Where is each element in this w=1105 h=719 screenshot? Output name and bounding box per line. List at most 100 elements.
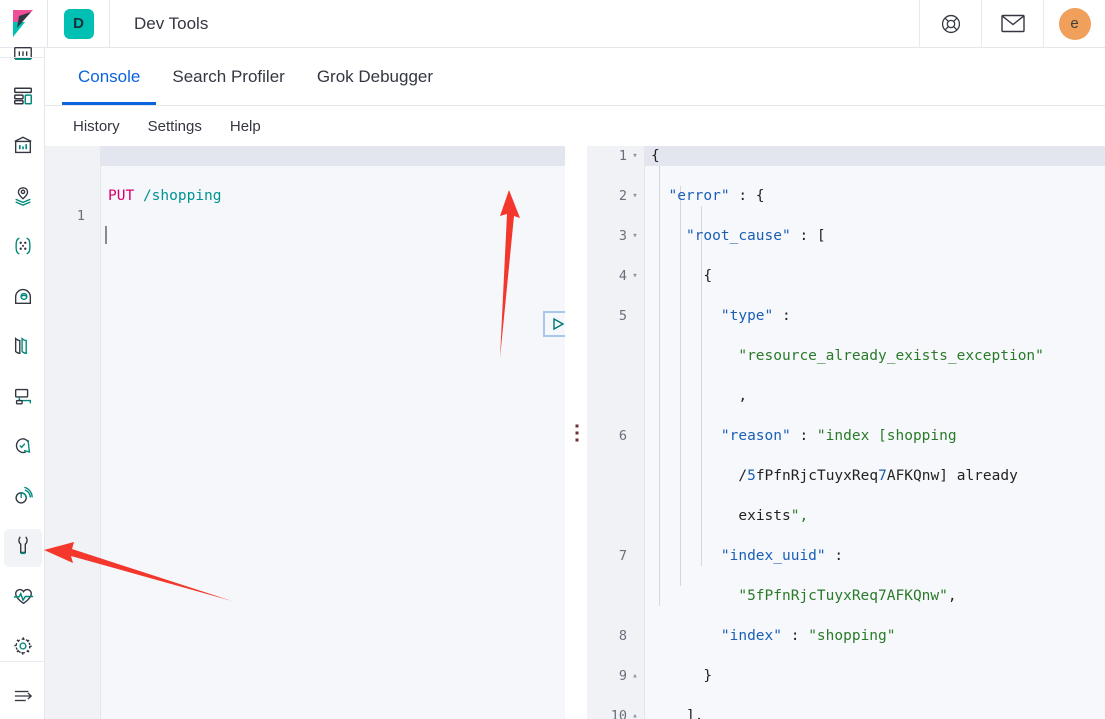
response-line-text: } <box>703 668 713 684</box>
machine-learning-nodes-icon <box>12 235 34 262</box>
help-button[interactable]: Help <box>220 114 271 139</box>
sidebar-item-infrastructure[interactable] <box>4 279 42 317</box>
mail-envelope-icon[interactable] <box>981 0 1043 48</box>
sidebar-item-maps[interactable] <box>4 179 42 217</box>
response-line-text: "5fPfnRjcTuyxReq7AFKQnw", <box>738 588 957 604</box>
history-button[interactable]: History <box>63 114 130 139</box>
tab-console-label: Console <box>78 67 141 86</box>
sidebar-item-uptime[interactable] <box>4 429 42 467</box>
console-toolbar: History Settings Help <box>45 106 1105 146</box>
kibana-dev-tools-page: D Dev Tools e Console Search Profiler Gr… <box>0 0 1105 719</box>
splitter-dots <box>575 424 578 441</box>
wrench-dev-tools-icon <box>12 534 34 563</box>
response-line-number: 6 <box>618 428 627 444</box>
response-line-text: "resource_already_exists_exception" <box>738 348 1044 364</box>
tab-grok-debugger-label: Grok Debugger <box>316 67 434 86</box>
maps-location-layers-icon <box>12 185 34 212</box>
sidebar-item-dev-tools[interactable] <box>4 529 42 567</box>
sidebar-item-logs[interactable] <box>4 329 42 367</box>
avatar-letter: e <box>1058 7 1091 40</box>
avatar[interactable]: e <box>1043 0 1105 48</box>
response-line: 4 ▾ { <box>587 266 1105 286</box>
sidebar-item-collapse[interactable] <box>4 679 42 717</box>
app-tabs: Console Search Profiler Grok Debugger <box>45 48 1105 106</box>
response-line-number: 5 <box>618 308 627 324</box>
response-line: /5fPfnRjcTuyxReq7AFKQnw] already <box>587 466 1105 486</box>
response-line-number: 1 <box>618 148 627 164</box>
sidebar-item-canvas[interactable] <box>4 129 42 167</box>
response-line: 9 ▴ } <box>587 666 1105 686</box>
response-line: "5fPfnRjcTuyxReq7AFKQnw", <box>587 586 1105 606</box>
request-editor[interactable]: 1 PUT /shopping <box>45 146 599 719</box>
canvas-presentation-icon <box>12 135 34 162</box>
fold-toggle-icon[interactable]: ▾ <box>629 186 641 206</box>
response-line-text: exists", <box>738 508 809 524</box>
sidebar-item-dashboard[interactable] <box>4 79 42 117</box>
response-line: "resource_already_exists_exception" <box>587 346 1105 366</box>
tab-search-profiler[interactable]: Search Profiler <box>156 49 300 105</box>
request-line-number: 1 <box>76 208 85 224</box>
http-method: PUT <box>108 188 135 204</box>
pane-splitter-grip[interactable] <box>565 146 587 719</box>
fold-toggle-icon[interactable]: ▴ <box>629 706 641 719</box>
response-code: 1 ▾{2 ▾ "error" : {3 ▾ "root_cause" : [4 ▾ {… <box>587 146 1105 719</box>
logs-pages-icon <box>12 335 34 362</box>
response-line-text: "error" : { <box>668 188 765 204</box>
tab-search-profiler-label: Search Profiler <box>172 67 285 86</box>
response-line-text: "index_uuid" : <box>720 548 844 564</box>
response-line-number: 9 <box>618 668 627 684</box>
response-line-text: "type" : <box>720 308 791 324</box>
text-caret <box>105 226 107 244</box>
settings-button[interactable]: Settings <box>138 114 212 139</box>
lifebuoy-help-icon[interactable] <box>919 0 981 48</box>
response-line-text: ], <box>685 708 704 719</box>
tab-grok-debugger[interactable]: Grok Debugger <box>301 49 449 105</box>
response-line: , <box>587 386 1105 406</box>
app-badge[interactable]: D <box>48 0 110 48</box>
dashboard-icon <box>12 85 34 112</box>
response-line-number: 7 <box>618 548 627 564</box>
sidebar-item-machine-learning[interactable] <box>4 229 42 267</box>
rail-divider <box>0 57 45 58</box>
response-line: 6 "reason" : "index [shopping <box>587 426 1105 446</box>
fold-toggle-icon[interactable]: ▾ <box>629 226 641 246</box>
monitoring-heartbeat-icon <box>12 585 35 612</box>
top-header: D Dev Tools e <box>0 0 1105 48</box>
response-viewer[interactable]: 1 ▾{2 ▾ "error" : {3 ▾ "root_cause" : [4 ▾ {… <box>587 146 1105 719</box>
response-line: 2 ▾ "error" : { <box>587 186 1105 206</box>
apm-icon <box>12 385 34 412</box>
response-line-number: 4 <box>618 268 627 284</box>
sidebar-item-siem[interactable] <box>4 479 42 517</box>
response-line: 1 ▾ { <box>587 146 1105 166</box>
response-line-text: { <box>651 148 660 164</box>
request-path: /shopping <box>142 188 222 204</box>
fold-toggle-icon[interactable]: ▾ <box>629 266 641 286</box>
response-line-number: 8 <box>618 628 627 644</box>
fold-toggle-icon[interactable]: ▴ <box>629 666 641 686</box>
main-content: Console Search Profiler Grok Debugger Hi… <box>45 48 1105 719</box>
tab-console[interactable]: Console <box>62 49 157 105</box>
response-line-number: 10 <box>610 708 627 719</box>
sidebar-item-monitoring[interactable] <box>4 579 42 617</box>
app-badge-letter: D <box>63 8 94 39</box>
collapse-arrow-icon <box>12 687 34 710</box>
request-line[interactable]: 1 PUT /shopping <box>45 186 565 244</box>
response-line: 3 ▾ "root_cause" : [ <box>587 226 1105 246</box>
response-line: 7 "index_uuid" : <box>587 546 1105 566</box>
left-sidebar-rail <box>0 46 45 719</box>
infrastructure-icon <box>12 285 34 312</box>
response-line-number: 3 <box>618 228 627 244</box>
uptime-check-icon <box>12 435 34 462</box>
response-line: 5 "type" : <box>587 306 1105 326</box>
response-line-text: , <box>738 388 748 404</box>
response-line-text: "reason" : "index [shopping <box>720 428 957 444</box>
gear-management-icon <box>12 635 34 662</box>
rail-divider-bottom <box>0 661 45 662</box>
response-line: exists", <box>587 506 1105 526</box>
sidebar-item-apm[interactable] <box>4 379 42 417</box>
editor-panes: 1 PUT /shopping 1 ▾ {2 ▾ "error": {3 … <box>45 146 1105 719</box>
page-title: Dev Tools <box>134 13 209 33</box>
fold-toggle-icon[interactable]: ▾ <box>629 146 641 166</box>
response-line: 10 ▴ ], <box>587 706 1105 719</box>
